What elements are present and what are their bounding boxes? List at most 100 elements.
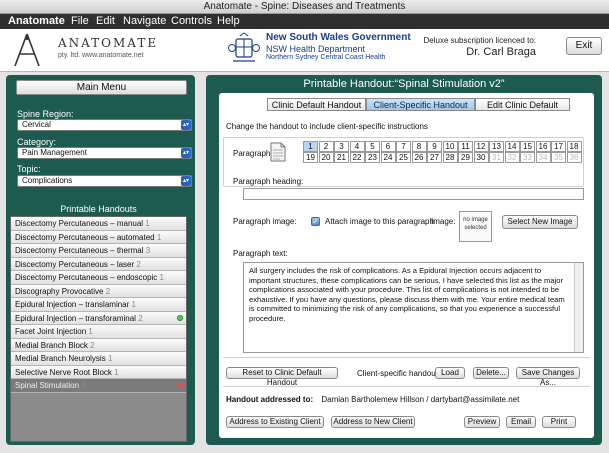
paragraph-number-cell[interactable]: 17 — [551, 141, 566, 152]
handout-list-item[interactable]: Epidural Injection – transforaminal 2 — [11, 311, 186, 325]
tab-clinic-default[interactable]: Clinic Default Handout — [267, 98, 366, 111]
paragraph-number-cell[interactable]: 12 — [473, 141, 489, 152]
paragraph-number-cell[interactable]: 8 — [411, 141, 427, 152]
topic-select[interactable]: Complications ▴▾ — [17, 175, 192, 187]
handout-list-item[interactable]: Discectomy Percutaneous – automated 1 — [11, 230, 186, 244]
paragraph-number-cell[interactable]: 2 — [318, 141, 334, 152]
paragraph-number-cell[interactable]: 7 — [396, 141, 411, 152]
paragraph-number-cell[interactable]: 14 — [504, 141, 520, 152]
menu-help[interactable]: Help — [217, 14, 240, 29]
handout-name: Medial Branch Block — [15, 340, 88, 350]
paragraph-text-content: All surgery includes the risk of complic… — [249, 266, 565, 323]
paragraph-number-cell[interactable]: 22 — [349, 152, 365, 163]
paragraph-number-cell[interactable]: 21 — [334, 152, 349, 163]
paragraph-number-cell[interactable]: 36 — [566, 152, 582, 163]
main-menu-button[interactable]: Main Menu — [16, 80, 187, 95]
select-new-image-button[interactable]: Select New Image — [502, 215, 578, 229]
handout-version-count: 2 — [138, 313, 143, 323]
paragraph-number-cell[interactable]: 18 — [566, 141, 582, 152]
tab-edit-clinic-default[interactable]: Edit Clinic Default — [475, 98, 570, 111]
email-button[interactable]: Email — [506, 416, 536, 428]
paragraph-number-cell[interactable]: 6 — [380, 141, 396, 152]
printable-handouts-heading: Printable Handouts — [10, 203, 187, 216]
paragraph-number-cell[interactable]: 26 — [411, 152, 427, 163]
paragraph-number-cell[interactable]: 5 — [365, 141, 380, 152]
handout-list-item[interactable]: Discectomy Percutaneous – laser 2 — [11, 257, 186, 271]
paragraph-number-cell[interactable]: 11 — [458, 141, 473, 152]
handout-list-item[interactable]: Discography Provocative 2 — [11, 284, 186, 298]
paragraph-number-cell[interactable]: 1 — [303, 141, 318, 152]
paragraph-number-cell[interactable]: 33 — [520, 152, 535, 163]
topic-value: Complications — [22, 176, 73, 185]
paragraph-scrollbar[interactable] — [574, 263, 583, 352]
menu-navigate[interactable]: Navigate — [123, 14, 166, 29]
paragraph-heading-input[interactable] — [243, 188, 584, 200]
menu-edit[interactable]: Edit — [96, 14, 115, 29]
handout-list-item[interactable]: Discectomy Percutaneous – thermal 3 — [11, 244, 186, 258]
reset-default-button[interactable]: Reset to Clinic Default Handout — [226, 367, 338, 387]
chevron-updown-icon: ▴▾ — [181, 176, 191, 186]
address-existing-client-button[interactable]: Address to Existing Client — [226, 416, 324, 428]
handout-list-item[interactable]: Discectomy Percutaneous – manual 1 — [11, 217, 186, 231]
instruction-text: Change the handout to include client-spe… — [226, 122, 428, 131]
print-button[interactable]: Print — [542, 416, 576, 428]
handouts-list: Discectomy Percutaneous – manual 1 Discec… — [10, 216, 187, 442]
handout-list-item[interactable]: Facet Joint Injection 1 — [11, 325, 186, 339]
image-label: Image: — [431, 217, 456, 226]
divider — [223, 357, 590, 358]
paragraph-number-cell[interactable]: 31 — [489, 152, 504, 163]
document-icon — [270, 142, 286, 162]
handout-list-item[interactable]: Epidural Injection – translaminar 1 — [11, 298, 186, 312]
delete-button[interactable]: Delete... — [473, 367, 509, 379]
paragraph-number-cell[interactable]: 3 — [334, 141, 349, 152]
save-changes-button[interactable]: Save Changes As... — [516, 367, 580, 387]
paragraph-number-cell[interactable]: 35 — [551, 152, 566, 163]
handout-list-item[interactable]: Discectomy Percutaneous – endoscopic 1 — [11, 271, 186, 285]
handout-version-count: 2 — [81, 381, 86, 390]
paragraph-number-cell[interactable]: 15 — [520, 141, 535, 152]
handout-name: Facet Joint Injection — [15, 327, 87, 336]
category-select[interactable]: Pain Management ▴▾ — [17, 147, 192, 159]
handout-version-count: 1 — [114, 367, 119, 377]
spine-region-select[interactable]: Cervical ▴▾ — [17, 119, 192, 131]
paragraph-number-cell[interactable]: 29 — [458, 152, 473, 163]
handout-list-item[interactable]: Medial Branch Block 2 — [11, 338, 186, 352]
paragraph-number-cell[interactable]: 10 — [442, 141, 458, 152]
menu-app[interactable]: Anatomate — [8, 14, 65, 29]
handout-name: Discectomy Percutaneous – laser — [15, 259, 135, 269]
exit-button[interactable]: Exit — [566, 37, 602, 55]
paragraph-number-cell[interactable]: 25 — [396, 152, 411, 163]
paragraph-number-cell[interactable]: 23 — [365, 152, 380, 163]
handout-version-count: 3 — [145, 246, 151, 255]
paragraph-number-cell[interactable]: 13 — [489, 141, 504, 152]
handout-panel: Printable Handout:“Spinal Stimulation v2… — [206, 75, 602, 445]
handout-version-count: 1 — [131, 300, 136, 309]
attach-image-checkbox[interactable]: ✓ — [311, 217, 320, 226]
menu-controls[interactable]: Controls — [171, 14, 212, 29]
handout-version-count: 1 — [145, 219, 150, 228]
menu-file[interactable]: File — [71, 14, 89, 29]
tab-client-specific[interactable]: Client-Specific Handout — [366, 98, 475, 111]
handout-name: Discectomy Percutaneous – manual — [15, 219, 144, 228]
paragraph-number-cell[interactable]: 30 — [473, 152, 489, 163]
handout-list-item[interactable]: Spinal Stimulation 2 — [11, 379, 186, 393]
address-new-client-button[interactable]: Address to New Client — [331, 416, 415, 428]
handout-list-item[interactable]: Medial Branch Neurolysis 1 — [11, 352, 186, 366]
paragraph-text-area[interactable]: All surgery includes the risk of complic… — [243, 262, 584, 353]
handout-name: Discectomy Percutaneous – automated — [15, 232, 155, 242]
paragraph-number-cell[interactable]: 28 — [442, 152, 458, 163]
paragraph-number-cell[interactable]: 19 — [303, 152, 318, 163]
paragraph-number-cell[interactable]: 9 — [427, 141, 442, 152]
paragraph-number-cell[interactable]: 20 — [318, 152, 334, 163]
paragraph-number-cell[interactable]: 24 — [380, 152, 396, 163]
preview-button[interactable]: Preview — [464, 416, 500, 428]
paragraph-number-cell[interactable]: 32 — [504, 152, 520, 163]
paragraph-number-cell[interactable]: 27 — [427, 152, 442, 163]
paragraph-number-cell[interactable]: 4 — [349, 141, 365, 152]
paragraph-number-cell[interactable]: 16 — [535, 141, 551, 152]
paragraph-number-cell[interactable]: 34 — [535, 152, 551, 163]
load-button[interactable]: Load — [435, 367, 465, 379]
chevron-updown-icon: ▴▾ — [181, 120, 191, 130]
handout-list-item[interactable]: Selective Nerve Root Block 1 — [11, 365, 186, 379]
divider — [223, 386, 590, 387]
